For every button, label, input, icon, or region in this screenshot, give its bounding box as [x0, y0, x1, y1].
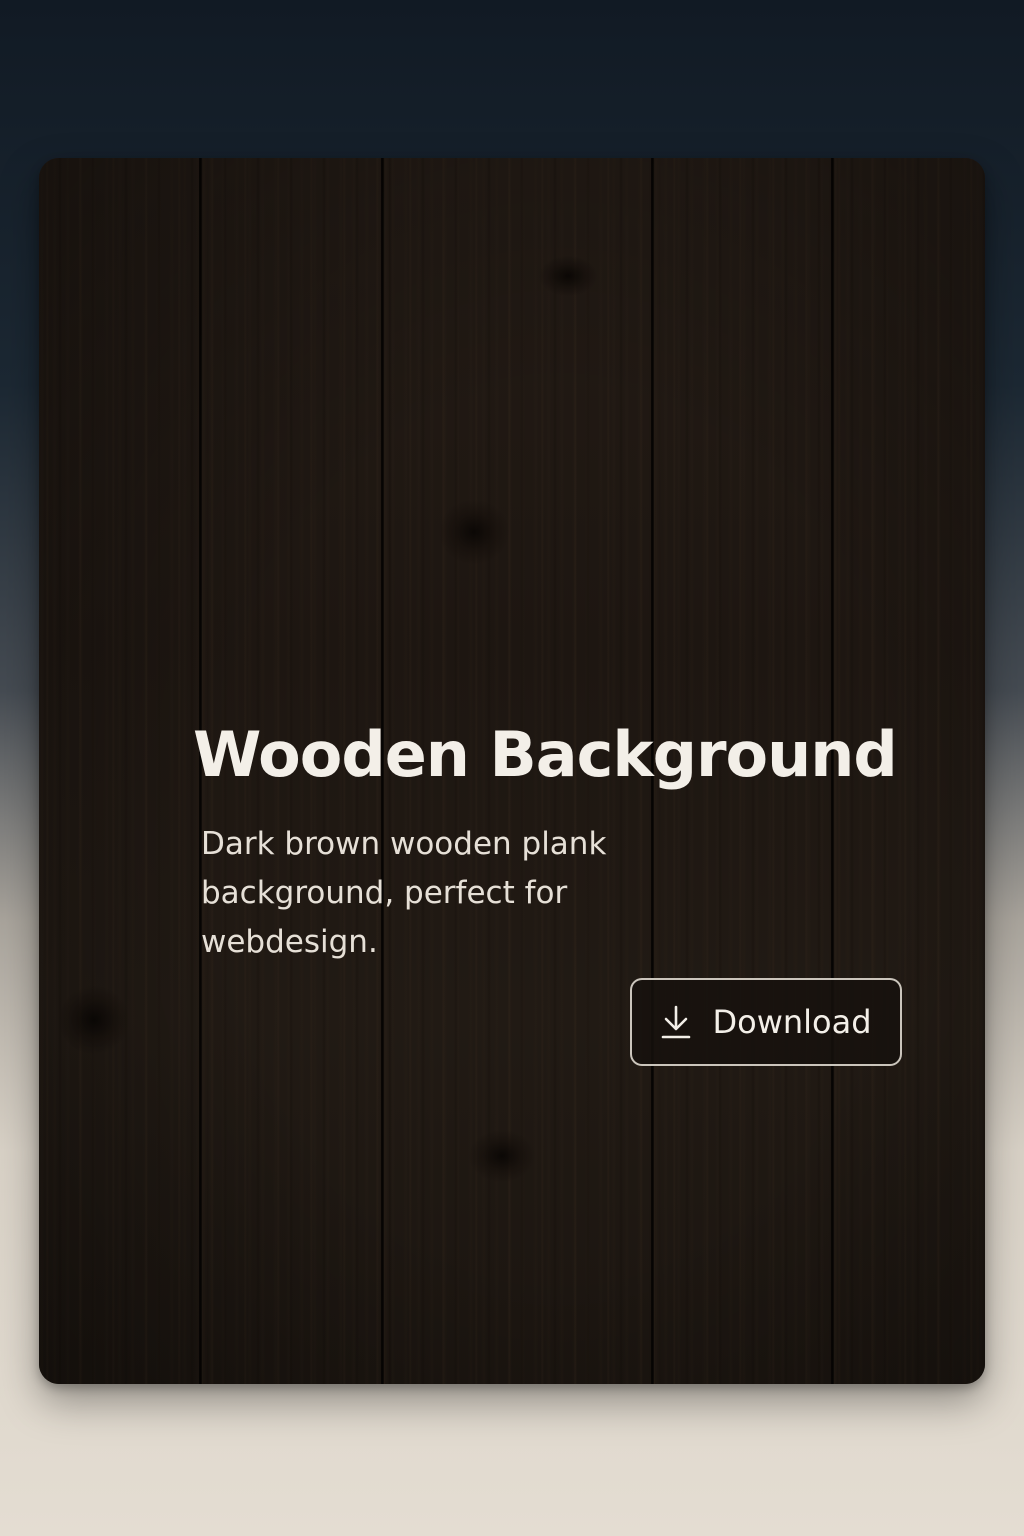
download-label: Download: [712, 1003, 872, 1041]
card-description: Dark brown wooden plank background, perf…: [201, 826, 607, 960]
download-icon: [660, 1004, 692, 1040]
wood-background-card: Wooden Background Dark brown wooden plan…: [39, 158, 985, 1384]
download-button[interactable]: Download: [630, 978, 902, 1066]
card-title: Wooden Background: [193, 718, 898, 791]
